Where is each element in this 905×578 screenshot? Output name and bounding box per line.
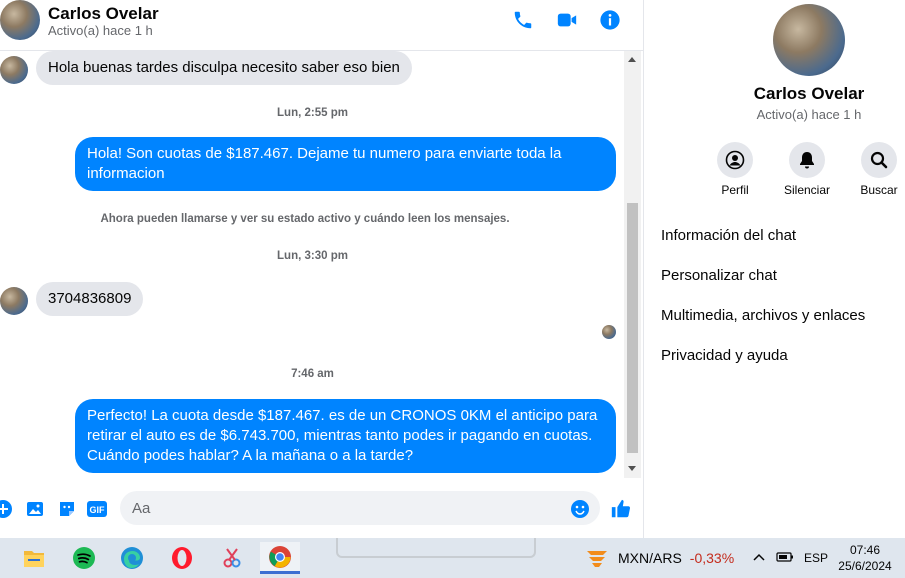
snipping-tool-icon[interactable] xyxy=(212,542,252,574)
search-label: Buscar xyxy=(860,183,898,197)
outgoing-message[interactable]: Perfecto! La cuota desde $187.467. es de… xyxy=(75,399,616,473)
mute-label: Silenciar xyxy=(783,183,831,197)
menu-privacy-help[interactable]: Privacidad y ayuda xyxy=(661,347,788,364)
menu-media-files[interactable]: Multimedia, archivos y enlaces xyxy=(661,307,865,324)
file-explorer-icon[interactable] xyxy=(14,542,54,574)
search-icon[interactable] xyxy=(861,142,897,178)
plus-icon[interactable] xyxy=(0,498,14,520)
stock-name: MXN/ARS xyxy=(618,550,682,566)
clock-date: 25/6/2024 xyxy=(838,559,892,573)
contact-name[interactable]: Carlos Ovelar xyxy=(48,4,159,24)
outgoing-message[interactable]: Hola! Son cuotas de $187.467. Dejame tu … xyxy=(75,137,616,191)
gif-icon[interactable]: GIF xyxy=(86,498,108,520)
clock[interactable]: 07:46 25/6/2024 xyxy=(830,542,900,574)
timestamp: Lun, 3:30 pm xyxy=(277,250,348,262)
stock-icon xyxy=(587,551,607,567)
sender-avatar[interactable] xyxy=(0,56,28,84)
svg-text:GIF: GIF xyxy=(90,505,106,515)
image-icon[interactable] xyxy=(24,498,46,520)
composer: GIF xyxy=(0,486,643,532)
info-contact-status: Activo(a) hace 1 h xyxy=(756,107,862,122)
message-input[interactable] xyxy=(120,491,600,525)
system-notice: Ahora pueden llamarse y ver su estado ac… xyxy=(100,213,510,225)
menu-chat-info[interactable]: Información del chat xyxy=(661,227,796,244)
info-icon[interactable] xyxy=(598,8,622,32)
search-action[interactable]: Buscar xyxy=(849,142,905,197)
battery-icon[interactable] xyxy=(776,551,794,566)
incoming-message[interactable]: 3704836809 xyxy=(36,282,144,316)
phone-icon[interactable] xyxy=(511,8,535,32)
timestamp: Lun, 2:55 pm xyxy=(277,107,348,119)
menu-customize-chat[interactable]: Personalizar chat xyxy=(661,267,777,284)
stock-change: -0,33% xyxy=(689,550,735,566)
read-receipt-avatar xyxy=(602,325,616,339)
scrollbar[interactable] xyxy=(624,51,641,478)
bell-icon[interactable] xyxy=(789,142,825,178)
chevron-up-icon[interactable] xyxy=(752,551,766,565)
chat-info-panel: Carlos Ovelar Activo(a) hace 1 h Perfil … xyxy=(644,0,905,538)
spotify-icon[interactable] xyxy=(64,542,104,574)
profile-action[interactable]: Perfil xyxy=(705,142,765,197)
clock-time: 07:46 xyxy=(849,543,881,557)
message-list[interactable]: Hola buenas tardes disculpa necesito sab… xyxy=(0,51,625,481)
opera-icon[interactable] xyxy=(162,542,202,574)
stock-widget[interactable]: MXN/ARS -0,33% xyxy=(584,542,734,574)
sender-avatar[interactable] xyxy=(0,287,28,315)
contact-status: Activo(a) hace 1 h xyxy=(48,23,153,38)
timestamp: 7:46 am xyxy=(291,368,334,380)
contact-avatar[interactable] xyxy=(0,0,40,40)
emoji-icon[interactable] xyxy=(569,498,591,520)
incoming-message[interactable]: Hola buenas tardes disculpa necesito sab… xyxy=(36,51,412,85)
language-indicator[interactable]: ESP xyxy=(804,551,828,565)
chat-panel: Carlos Ovelar Activo(a) hace 1 h Hola bu… xyxy=(0,0,644,538)
profile-icon[interactable] xyxy=(717,142,753,178)
scroll-down-arrow[interactable] xyxy=(628,466,636,471)
system-tray: ESP xyxy=(752,538,828,578)
taskbar: MXN/ARS -0,33% ESP 07:46 25/6/2024 xyxy=(0,538,905,578)
video-icon[interactable] xyxy=(555,8,579,32)
chat-header: Carlos Ovelar Activo(a) hace 1 h xyxy=(0,0,643,51)
sticker-icon[interactable] xyxy=(56,498,78,520)
info-contact-name: Carlos Ovelar xyxy=(753,84,865,103)
mute-action[interactable]: Silenciar xyxy=(777,142,837,197)
contact-avatar-large[interactable] xyxy=(773,4,845,76)
thumbs-up-icon[interactable] xyxy=(610,498,632,520)
profile-label: Perfil xyxy=(721,183,749,197)
scroll-thumb[interactable] xyxy=(627,203,638,453)
chrome-icon[interactable] xyxy=(260,542,300,574)
scroll-up-arrow[interactable] xyxy=(628,57,636,62)
edge-icon[interactable] xyxy=(112,542,152,574)
window-thumbnail xyxy=(336,538,536,558)
